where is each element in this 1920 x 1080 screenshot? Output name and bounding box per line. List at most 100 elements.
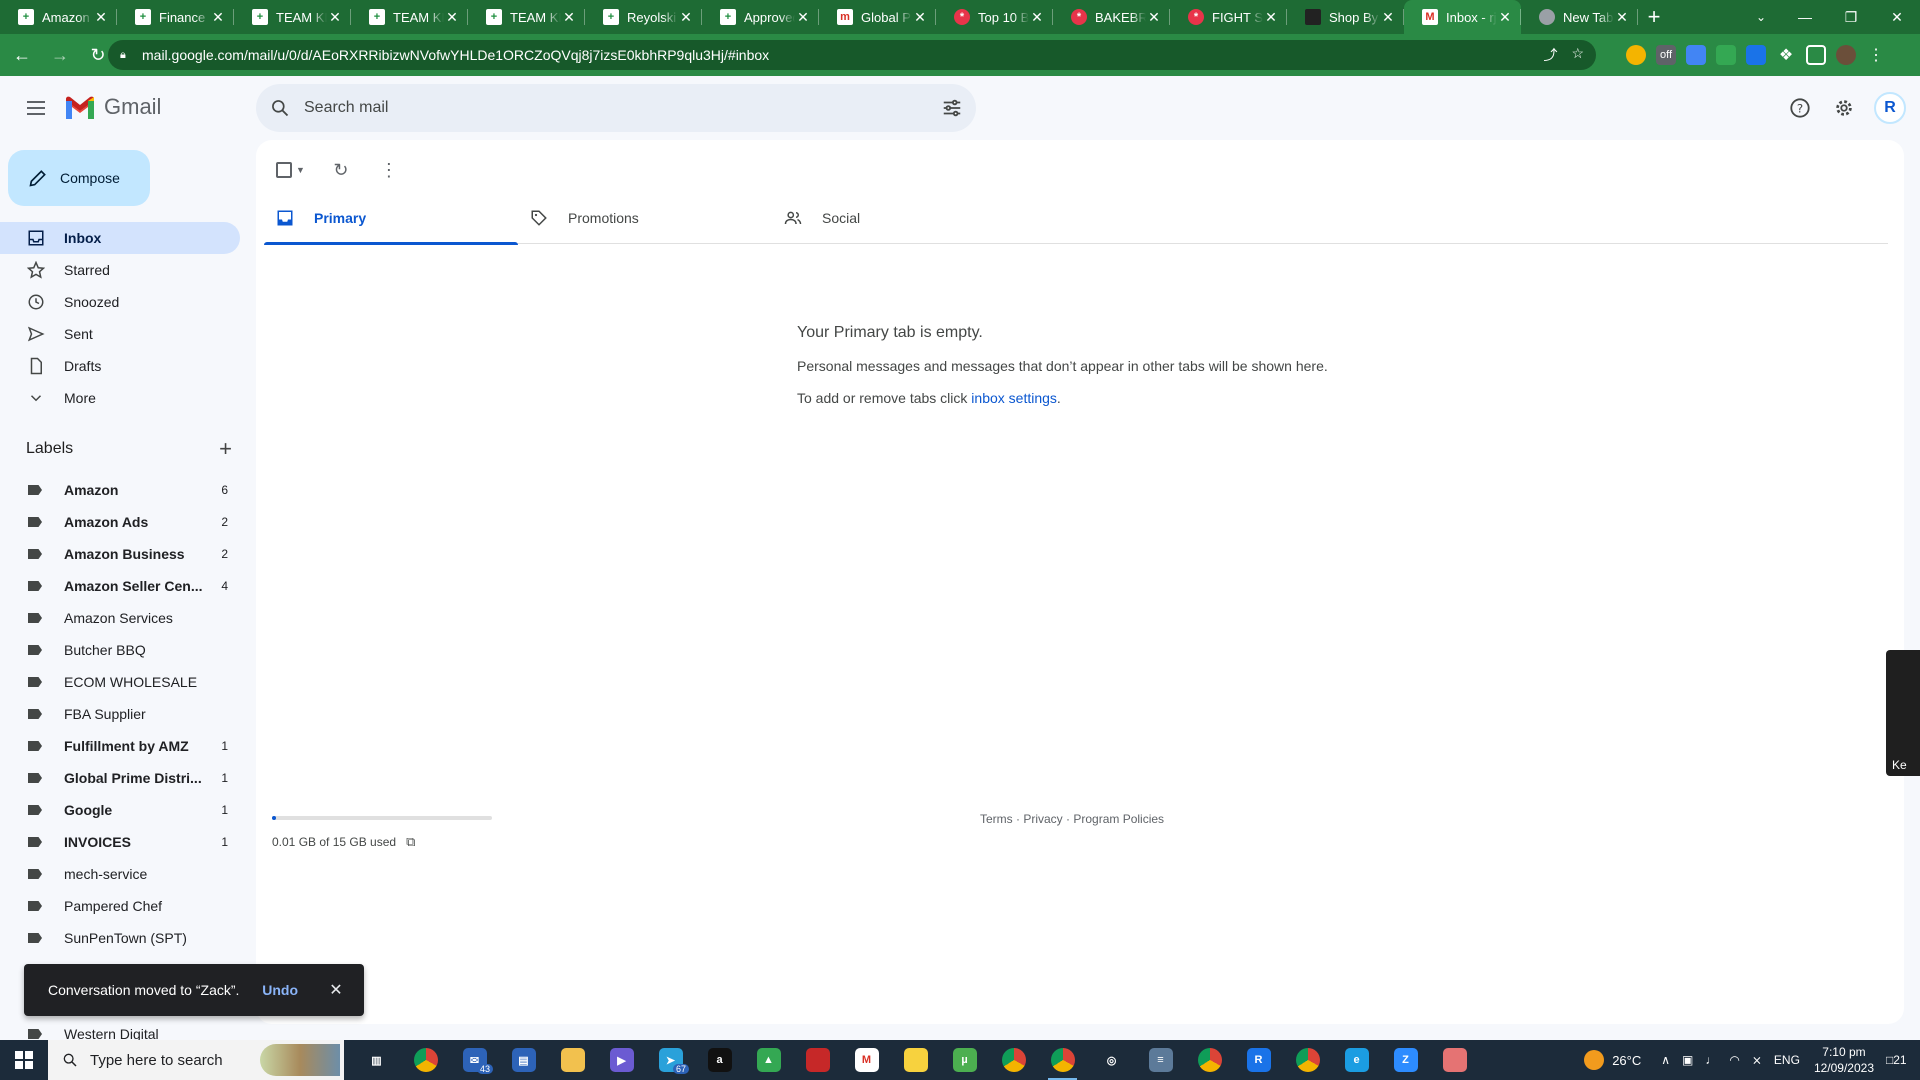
label-item[interactable]: Amazon 6 bbox=[0, 474, 240, 506]
app-red-icon[interactable] bbox=[793, 1040, 842, 1080]
share-icon[interactable]: ⤴ bbox=[1543, 45, 1557, 65]
extension-icon[interactable] bbox=[1686, 45, 1706, 65]
nav-item-sent[interactable]: Sent bbox=[0, 318, 240, 350]
mail-app-icon[interactable]: ✉ 43 bbox=[450, 1040, 499, 1080]
utorrent-icon[interactable]: µ bbox=[940, 1040, 989, 1080]
chrome-profile-icon[interactable] bbox=[1283, 1040, 1332, 1080]
sticky-notes-icon[interactable] bbox=[891, 1040, 940, 1080]
terms-link[interactable]: Terms bbox=[980, 812, 1013, 826]
extension-icon[interactable] bbox=[1626, 45, 1646, 65]
restore-icon[interactable]: ❐ bbox=[1828, 0, 1874, 34]
weather-widget[interactable]: 26°C bbox=[1584, 1050, 1641, 1070]
profile-icon[interactable] bbox=[1836, 45, 1856, 65]
store-icon[interactable]: ▤ bbox=[499, 1040, 548, 1080]
inbox-settings-link[interactable]: inbox settings bbox=[971, 390, 1057, 406]
menu-kebab-icon[interactable]: ⋮ bbox=[1866, 45, 1886, 65]
app-r-icon[interactable]: R bbox=[1234, 1040, 1283, 1080]
label-item[interactable]: mech-service bbox=[0, 858, 240, 890]
puzzle-icon[interactable]: ❖ bbox=[1776, 45, 1796, 65]
chrome-icon[interactable] bbox=[1185, 1040, 1234, 1080]
tab-close-icon[interactable]: ✕ bbox=[912, 9, 928, 26]
tab-close-icon[interactable]: ✕ bbox=[210, 9, 226, 26]
extension-icon[interactable] bbox=[1716, 45, 1736, 65]
undo-button[interactable]: Undo bbox=[262, 982, 298, 998]
tab-close-icon[interactable]: ✕ bbox=[561, 9, 577, 26]
nav-item-snoozed[interactable]: Snoozed bbox=[0, 286, 240, 318]
label-item[interactable]: SunPenTown (SPT) bbox=[0, 922, 240, 954]
help-icon[interactable]: ? bbox=[1780, 88, 1820, 128]
browser-tab[interactable]: + TEAM KIM✕ bbox=[468, 0, 585, 34]
obs-icon[interactable]: ◎ bbox=[1087, 1040, 1136, 1080]
browser-tab[interactable]: New Tab ✕ bbox=[1521, 0, 1638, 34]
tab-primary[interactable]: Primary bbox=[264, 192, 518, 245]
telegram-icon[interactable]: ➤ 67 bbox=[646, 1040, 695, 1080]
select-all-checkbox[interactable]: ▼ bbox=[268, 154, 313, 186]
microphone-icon[interactable]: ♩ bbox=[1705, 1053, 1717, 1067]
more-options-icon[interactable]: ⋮ bbox=[369, 150, 409, 190]
back-icon[interactable]: ← bbox=[6, 39, 38, 71]
search-bar[interactable] bbox=[256, 84, 976, 132]
gmail-app-icon[interactable]: M bbox=[842, 1040, 891, 1080]
browser-tab[interactable]: Shop By C✕ bbox=[1287, 0, 1404, 34]
search-input[interactable] bbox=[304, 99, 928, 117]
privacy-link[interactable]: Privacy bbox=[1023, 812, 1062, 826]
tab-search-icon[interactable]: ⌄ bbox=[1746, 0, 1776, 34]
search-options-icon[interactable] bbox=[928, 84, 976, 132]
add-label-icon[interactable]: + bbox=[219, 436, 232, 462]
label-item[interactable]: Amazon Ads 2 bbox=[0, 506, 240, 538]
account-avatar[interactable]: R bbox=[1874, 92, 1906, 124]
taskbar-search[interactable]: Type here to search bbox=[48, 1040, 344, 1080]
tab-close-icon[interactable]: ✕ bbox=[1380, 9, 1396, 26]
settings-gear-icon[interactable] bbox=[1824, 88, 1864, 128]
browser-tab[interactable]: * BAKEBRO✕ bbox=[1053, 0, 1170, 34]
close-icon[interactable]: ✕ bbox=[324, 980, 348, 1000]
tab-close-icon[interactable]: ✕ bbox=[444, 9, 460, 26]
chrome-profile-icon[interactable] bbox=[989, 1040, 1038, 1080]
tab-close-icon[interactable]: ✕ bbox=[1497, 9, 1513, 26]
main-menu-icon[interactable] bbox=[20, 92, 52, 124]
browser-tab[interactable]: + Finance Sl✕ bbox=[117, 0, 234, 34]
nav-item-more[interactable]: More bbox=[0, 382, 240, 414]
amazon-icon[interactable]: a bbox=[695, 1040, 744, 1080]
address-bar[interactable]: 🔒︎ mail.google.com/mail/u/0/d/AEoRXRRibi… bbox=[108, 40, 1596, 70]
task-view-icon[interactable]: ▥ bbox=[352, 1040, 401, 1080]
drive-icon[interactable]: ▲ bbox=[744, 1040, 793, 1080]
label-item[interactable]: Pampered Chef bbox=[0, 890, 240, 922]
meet-icon[interactable]: ▣ bbox=[1682, 1053, 1693, 1067]
gmail-logo[interactable]: Gmail bbox=[64, 94, 161, 120]
browser-tab[interactable]: + TEAM KIM✕ bbox=[351, 0, 468, 34]
tab-close-icon[interactable]: ✕ bbox=[1263, 9, 1279, 26]
close-window-icon[interactable]: ✕ bbox=[1874, 0, 1920, 34]
browser-tab[interactable]: * FIGHT SH✕ bbox=[1170, 0, 1287, 34]
label-item[interactable]: Western Digital bbox=[0, 1018, 240, 1040]
browser-tab[interactable]: M Inbox - rjl ✕ bbox=[1404, 0, 1521, 34]
label-item[interactable]: Amazon Services bbox=[0, 602, 240, 634]
tab-promotions[interactable]: Promotions bbox=[518, 192, 772, 244]
chrome-icon[interactable] bbox=[401, 1040, 450, 1080]
tab-close-icon[interactable]: ✕ bbox=[1146, 9, 1162, 26]
tab-close-icon[interactable]: ✕ bbox=[795, 9, 811, 26]
edge-icon[interactable]: e bbox=[1332, 1040, 1381, 1080]
label-item[interactable]: Butcher BBQ bbox=[0, 634, 240, 666]
extension-icon[interactable] bbox=[1746, 45, 1766, 65]
nav-item-drafts[interactable]: Drafts bbox=[0, 350, 240, 382]
notification-center[interactable]: □21 bbox=[1886, 1053, 1920, 1067]
calculator-icon[interactable]: ≡ bbox=[1136, 1040, 1185, 1080]
volume-muted-icon[interactable]: ⨯ bbox=[1752, 1053, 1762, 1067]
file-explorer-icon[interactable] bbox=[548, 1040, 597, 1080]
minimize-icon[interactable]: — bbox=[1782, 0, 1828, 34]
label-item[interactable]: Global Prime Distri... 1 bbox=[0, 762, 240, 794]
tab-close-icon[interactable]: ✕ bbox=[93, 9, 109, 26]
label-item[interactable]: ECOM WHOLESALE bbox=[0, 666, 240, 698]
compose-button[interactable]: Compose bbox=[8, 150, 150, 206]
nav-item-starred[interactable]: Starred bbox=[0, 254, 240, 286]
chrome-profile-icon[interactable] bbox=[1038, 1040, 1087, 1080]
new-tab-icon[interactable]: + bbox=[1638, 0, 1670, 34]
browser-tab[interactable]: * Top 10 Be✕ bbox=[936, 0, 1053, 34]
program-policies-link[interactable]: Program Policies bbox=[1073, 812, 1164, 826]
browser-tab[interactable]: + Reyolski P✕ bbox=[585, 0, 702, 34]
tab-close-icon[interactable]: ✕ bbox=[1029, 9, 1045, 26]
label-item[interactable]: FBA Supplier bbox=[0, 698, 240, 730]
refresh-icon[interactable]: ↻ bbox=[321, 150, 361, 190]
side-panel-tab[interactable]: Ke bbox=[1886, 650, 1920, 776]
